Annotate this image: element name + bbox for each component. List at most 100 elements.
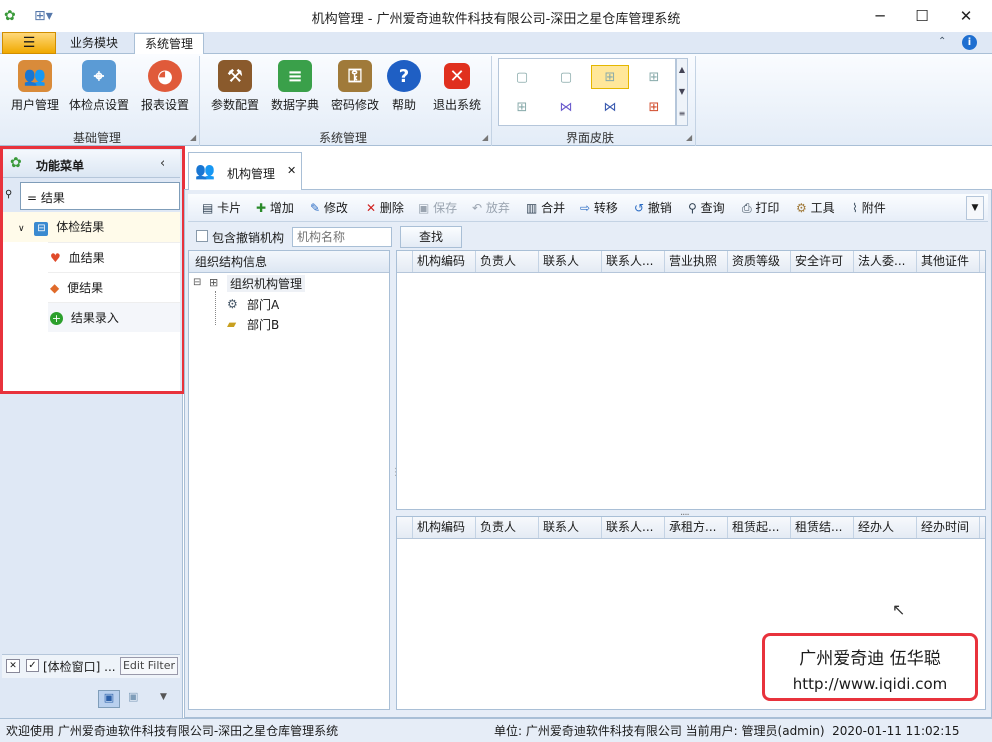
pie-chart-icon: ◕ [148,60,182,92]
query-button[interactable]: ⚲ 查询 [688,199,725,217]
skin-windows-icon[interactable]: ⊞ [635,95,673,119]
transfer-button[interactable]: ⇨ 转移 [580,199,618,217]
column-header[interactable]: 承租方... [665,517,728,538]
revoke-button[interactable]: ↺ 撤销 [634,199,672,217]
card-icon: ▤ [202,201,218,215]
org-structure-panel: 组织结构信息 ⊟ ⊞ 组织机构管理 ⚙ 部门A ▰ 部门B [188,250,390,710]
column-header[interactable]: 联系人... [602,517,665,538]
print-icon: ⎙ [742,201,756,215]
include-revoked-label: 包含撤销机构 [212,231,285,245]
edit-button[interactable]: ✎ 修改 [310,199,348,217]
dialog-launcher-icon[interactable]: ◢ [190,133,196,142]
print-button[interactable]: ⎙ 打印 [742,199,779,217]
ribbon-group-label: 基础管理 [72,131,121,145]
add-icon: ✚ [256,201,270,215]
column-header[interactable]: 经办时间 [917,517,980,538]
window-title: 机构管理 - 广州爱奇迪软件科技有限公司-深田之星仓库管理系统 [311,12,681,27]
skin-vs-icon[interactable]: ⋈ [591,95,629,119]
folder-icon: ▰ [227,317,237,331]
column-header[interactable]: 租赁起... [728,517,791,538]
column-header[interactable]: 联系人... [602,251,665,272]
collapse-node-icon[interactable]: ⊟ [193,277,201,288]
panel-view-icon[interactable]: ▣ [98,690,120,708]
skin-vs-icon[interactable]: ⋈ [547,95,585,119]
column-header[interactable]: 营业执照 [665,251,728,272]
clear-filter-icon[interactable]: ✕ [6,659,20,673]
column-header[interactable]: 资质等级 [728,251,791,272]
attachment-button[interactable]: ⌇ 附件 [852,199,886,217]
chevron-down-icon[interactable]: ▼ [160,692,167,702]
dialog-launcher-icon[interactable]: ◢ [482,133,488,142]
minimize-button[interactable]: ─ [860,3,900,29]
merge-icon: ▥ [526,201,542,215]
info-icon[interactable]: i [962,35,977,50]
filter-enabled-checkbox[interactable]: ✓ [26,659,39,672]
find-button[interactable]: 查找 [400,226,462,248]
org-panel-header: 组织结构信息 [189,251,389,273]
user-management-button[interactable]: 👥 用户管理 [6,60,64,116]
file-menu-button[interactable]: ☰ [2,32,56,54]
undo-icon: ↶ [472,201,486,215]
org-root-node[interactable]: 组织机构管理 [227,275,306,292]
skin-office-icon[interactable]: ▢ [547,65,585,89]
watermark-line1: 广州爱奇迪 伍华聪 [799,649,941,669]
column-header[interactable]: 法人委... [854,251,917,272]
tab-system-management[interactable]: 系统管理 [134,33,205,55]
checkpoint-settings-button[interactable]: ⌖ 体检点设置 [66,60,132,116]
column-header[interactable]: 安全许可 [791,251,854,272]
skin-gallery: ▢ ▢ ⊞ ⊞ ⊞ ⋈ ⋈ ⊞ [498,58,676,126]
tree-line [215,291,216,325]
column-header[interactable]: 其他证件 [917,251,980,272]
save-icon: ▣ [418,201,434,215]
data-dictionary-button[interactable]: ≡ 数据字典 [266,60,324,116]
report-settings-button[interactable]: ◕ 报表设置 [136,60,194,116]
column-header[interactable]: 机构编码 [413,251,476,272]
column-header[interactable]: 负责人 [476,517,539,538]
welcome-text: 欢迎使用 广州爱奇迪软件科技有限公司-深田之星仓库管理系统 [6,724,339,738]
merge-button[interactable]: ▥ 合并 [526,199,565,217]
org-node-dept-a[interactable]: 部门A [247,296,279,313]
key-icon: ⚿ [338,60,372,92]
column-header[interactable]: 联系人 [539,251,602,272]
close-tab-icon[interactable]: ✕ [287,164,296,177]
org-name-search-input[interactable] [292,227,392,247]
column-header[interactable]: 机构编码 [413,517,476,538]
change-password-button[interactable]: ⚿ 密码修改 [326,60,384,116]
transfer-icon: ⇨ [580,201,594,215]
close-button[interactable]: ✕ [946,3,986,29]
exit-system-button[interactable]: ✕ 退出系统 [428,60,486,116]
save-button[interactable]: ▣ 保存 [418,199,457,217]
parameter-config-button[interactable]: ⚒ 参数配置 [206,60,264,116]
tab-org-management[interactable]: 👥 机构管理 ✕ [188,152,302,190]
include-revoked-checkbox[interactable] [196,230,208,242]
ribbon-group-label: 界面皮肤 [565,131,614,145]
panel-switch-icon[interactable]: ▣ [128,690,138,703]
skin-grid-icon[interactable]: ⊞ [635,65,673,89]
row-indicator-header [397,517,413,538]
tools-button[interactable]: ⚙ 工具 [796,199,835,217]
skin-grid-icon[interactable]: ⊞ [503,95,541,119]
toolbar-overflow-icon[interactable]: ▼ [966,196,984,220]
skin-gallery-scroll[interactable]: ▲ ▼ ≡ [676,58,688,126]
column-header[interactable]: 租赁结... [791,517,854,538]
column-header[interactable]: 负责人 [476,251,539,272]
tab-business-module[interactable]: 业务模块 [60,33,128,55]
ribbon-group-label: 系统管理 [318,131,367,145]
column-header[interactable]: 经办人 [854,517,917,538]
dialog-launcher-icon[interactable]: ◢ [686,133,692,142]
card-button[interactable]: ▤ 卡片 [202,199,241,217]
delete-button[interactable]: ✕ 删除 [366,199,404,217]
org-node-dept-b[interactable]: 部门B [247,316,279,333]
maximize-button[interactable]: ☐ [902,3,942,29]
column-header[interactable]: 联系人 [539,517,602,538]
status-user-info: 单位: 广州爱奇迪软件科技有限公司 当前用户: 管理员(admin) 2020-… [494,724,960,738]
edit-filter-button[interactable]: Edit Filter [120,657,178,675]
skin-office-icon[interactable]: ▢ [503,65,541,89]
skin-selected-icon[interactable]: ⊞ [591,65,629,89]
mouse-cursor-icon: ↖ [892,600,906,619]
collapse-ribbon-icon[interactable]: ⌃ [938,36,946,47]
add-button[interactable]: ✚ 增加 [256,199,294,217]
revoke-icon: ↺ [634,201,648,215]
discard-button[interactable]: ↶ 放弃 [472,199,510,217]
help-button[interactable]: ? 帮助 [384,60,424,116]
